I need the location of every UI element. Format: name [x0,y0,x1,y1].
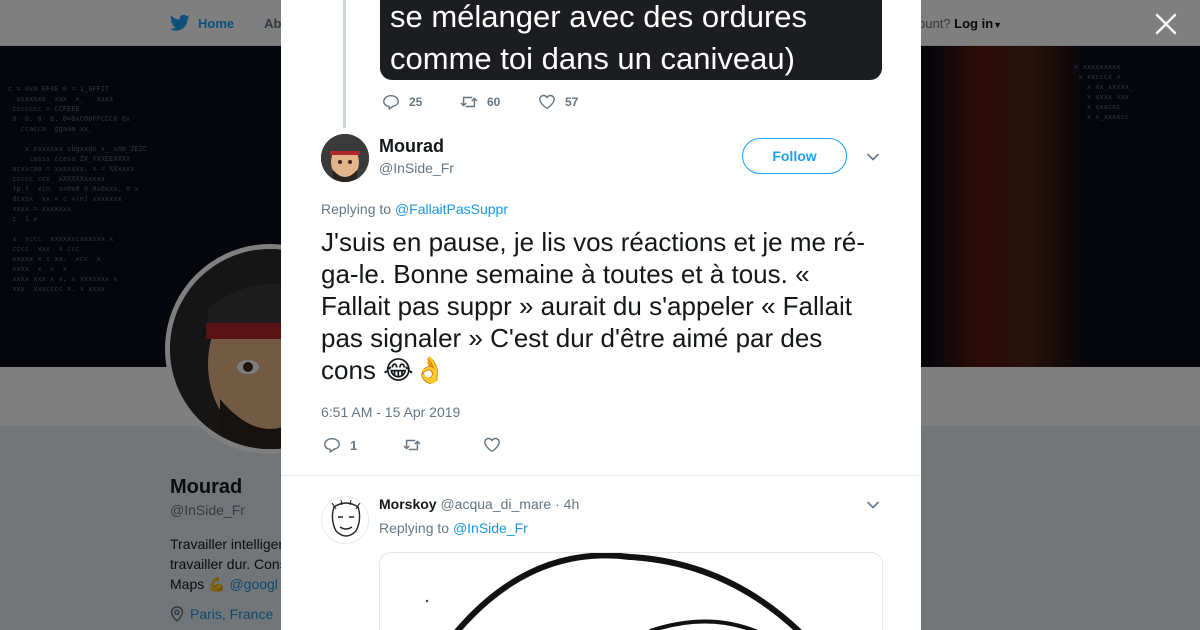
previous-tweet-actions: 25 60 57 [382,93,616,111]
reply-icon [324,437,340,453]
chevron-down-icon[interactable] [866,498,880,512]
reply-count: 1 [350,437,358,453]
reply-count: 25 [409,95,423,109]
replying-to-handle[interactable]: @InSide_Fr [453,520,528,536]
thread-connector [343,0,346,128]
reply-button[interactable]: 25 [382,93,460,111]
reply-author-name[interactable]: Morskoy [379,496,437,512]
tweet-actions: 1 [323,436,563,454]
chevron-down-icon[interactable] [866,150,880,164]
reply-age[interactable]: 4h [564,496,580,512]
reply-author-handle[interactable]: @acqua_di_mare [440,496,551,512]
sketch-face-icon [322,497,368,543]
retweet-icon [460,96,478,108]
retweet-count: 60 [487,95,501,109]
reply-author-avatar[interactable] [321,496,369,544]
media-text-line: comme toi dans un caniveau) [390,41,795,76]
reply-icon [383,94,399,110]
like-button[interactable] [483,436,563,454]
reply-replying-to: Replying to @InSide_Fr [379,520,528,536]
heart-icon [539,94,555,110]
divider [281,475,921,476]
close-icon[interactable] [1153,11,1179,37]
reply-button[interactable]: 1 [323,436,403,454]
replying-to-handle[interactable]: @FallaitPasSuppr [395,201,508,217]
follow-button[interactable]: Follow [742,138,847,174]
retweet-icon [403,439,421,451]
like-button[interactable]: 57 [538,93,616,111]
reply-media[interactable] [379,552,883,630]
reply-separator: · [555,496,560,512]
previous-tweet-media[interactable]: se mélanger avec des ordures comme toi d… [380,0,882,80]
tweet-modal: se mélanger avec des ordures comme toi d… [281,0,921,630]
meme-drawing-icon [425,553,802,630]
author-handle[interactable]: @InSide_Fr [379,160,454,176]
retweet-button[interactable] [403,436,483,454]
reply-header: Morskoy @acqua_di_mare · 4h [379,496,579,512]
like-count: 57 [565,95,579,109]
retweet-button[interactable]: 60 [460,93,538,111]
replying-to: Replying to @FallaitPasSuppr [321,201,508,217]
media-text-line: se mélanger avec des ordures [390,0,808,34]
author-name[interactable]: Mourad [379,136,444,157]
tweet-text: J'suis en pause, je lis vos réactions et… [321,227,865,385]
author-avatar[interactable] [321,134,369,182]
replying-to-prefix: Replying to [379,520,450,536]
heart-icon [484,437,500,453]
tweet-timestamp[interactable]: 6:51 AM - 15 Apr 2019 [321,404,460,420]
replying-to-prefix: Replying to [321,201,392,217]
bitmoji-face-icon [321,134,369,182]
